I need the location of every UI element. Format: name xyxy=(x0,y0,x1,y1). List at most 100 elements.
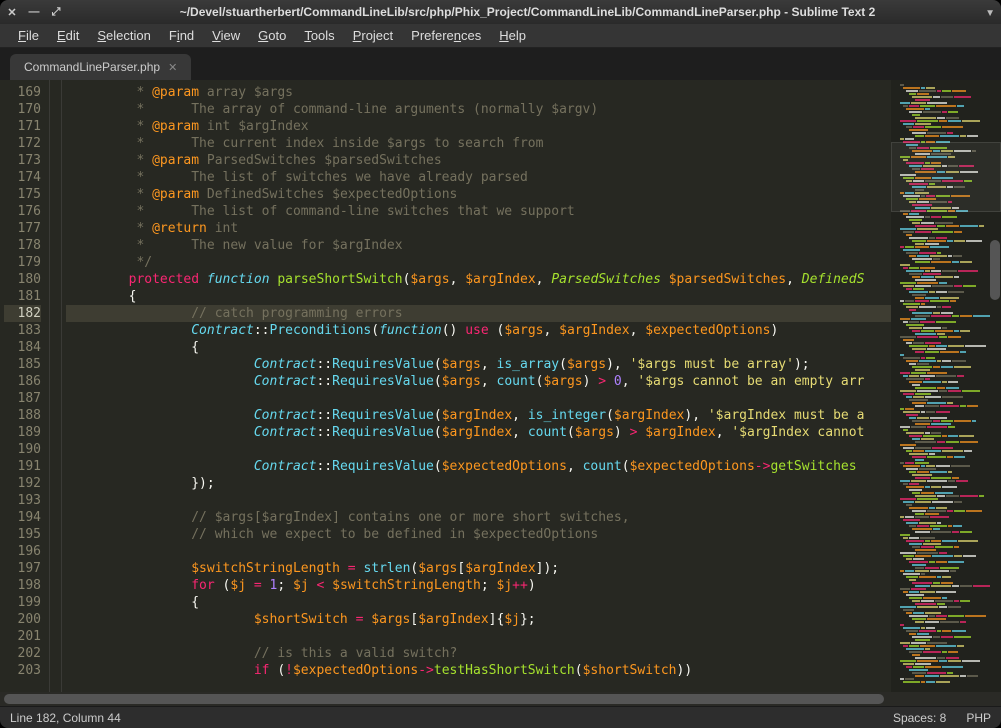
code-line[interactable]: * @return int xyxy=(66,220,891,237)
maximize-icon[interactable]: ⤢ xyxy=(50,6,62,18)
line-number[interactable]: 192 xyxy=(4,475,41,492)
line-number[interactable]: 195 xyxy=(4,526,41,543)
line-number[interactable]: 180 xyxy=(4,271,41,288)
line-number[interactable]: 194 xyxy=(4,509,41,526)
minimap[interactable] xyxy=(891,80,1001,692)
menu-project[interactable]: Project xyxy=(345,26,401,45)
line-number[interactable]: 191 xyxy=(4,458,41,475)
code-line[interactable]: for ($j = 1; $j < $switchStringLength; $… xyxy=(66,577,891,594)
code-line[interactable]: $shortSwitch = $args[$argIndex]{$j}; xyxy=(66,611,891,628)
line-number[interactable]: 181 xyxy=(4,288,41,305)
menu-goto[interactable]: Goto xyxy=(250,26,294,45)
line-number[interactable]: 198 xyxy=(4,577,41,594)
line-number[interactable]: 177 xyxy=(4,220,41,237)
code-line[interactable]: Contract::RequiresValue($argIndex, is_in… xyxy=(66,407,891,424)
line-number[interactable]: 178 xyxy=(4,237,41,254)
code-line[interactable]: * The list of switches we have already p… xyxy=(66,169,891,186)
minimap-viewport[interactable] xyxy=(891,142,1001,212)
close-icon[interactable]: ✕ xyxy=(6,6,18,18)
line-number[interactable]: 186 xyxy=(4,373,41,390)
line-number[interactable]: 174 xyxy=(4,169,41,186)
code-line[interactable]: */ xyxy=(66,254,891,271)
code-line[interactable] xyxy=(66,492,891,509)
line-number[interactable]: 169 xyxy=(4,84,41,101)
line-number[interactable]: 188 xyxy=(4,407,41,424)
line-number[interactable]: 175 xyxy=(4,186,41,203)
line-number[interactable]: 202 xyxy=(4,645,41,662)
code-line[interactable]: { xyxy=(66,288,891,305)
code-line[interactable]: * @param ParsedSwitches $parsedSwitches xyxy=(66,152,891,169)
line-number[interactable]: 196 xyxy=(4,543,41,560)
code-line[interactable]: // $args[$argIndex] contains one or more… xyxy=(66,509,891,526)
code-line[interactable]: { xyxy=(66,339,891,356)
code-line[interactable]: * The list of command-line switches that… xyxy=(66,203,891,220)
code-line[interactable]: * The current index inside $args to sear… xyxy=(66,135,891,152)
menu-preferences[interactable]: Preferences xyxy=(403,26,489,45)
line-number[interactable]: 173 xyxy=(4,152,41,169)
menu-down-icon[interactable]: ▼ xyxy=(985,8,995,19)
status-spaces[interactable]: Spaces: 8 xyxy=(893,711,946,725)
menu-selection[interactable]: Selection xyxy=(89,26,158,45)
status-position[interactable]: Line 182, Column 44 xyxy=(10,711,121,725)
code-line[interactable] xyxy=(66,390,891,407)
line-number[interactable]: 200 xyxy=(4,611,41,628)
line-number[interactable]: 201 xyxy=(4,628,41,645)
menu-help[interactable]: Help xyxy=(491,26,534,45)
titlebar[interactable]: ✕ — ⤢ ~/Devel/stuartherbert/CommandLineL… xyxy=(0,0,1001,24)
statusbar: Line 182, Column 44 Spaces: 8 PHP xyxy=(0,706,1001,728)
tab-commandlineparser[interactable]: CommandLineParser.php ✕ xyxy=(10,54,191,80)
code-line[interactable]: * @param int $argIndex xyxy=(66,118,891,135)
line-number[interactable]: 182 xyxy=(4,305,41,322)
minimize-icon[interactable]: — xyxy=(28,6,40,18)
line-number[interactable]: 171 xyxy=(4,118,41,135)
line-number[interactable]: 187 xyxy=(4,390,41,407)
line-number-gutter[interactable]: 1691701711721731741751761771781791801811… xyxy=(0,80,50,692)
code-line[interactable] xyxy=(66,628,891,645)
code-line[interactable]: protected function parseShortSwitch($arg… xyxy=(66,271,891,288)
minimap-scrollbar[interactable] xyxy=(990,240,1000,300)
code-line[interactable]: * @param array $args xyxy=(66,84,891,101)
line-number[interactable]: 183 xyxy=(4,322,41,339)
line-number[interactable]: 170 xyxy=(4,101,41,118)
close-icon[interactable]: ✕ xyxy=(168,61,177,74)
line-number[interactable]: 199 xyxy=(4,594,41,611)
line-number[interactable]: 176 xyxy=(4,203,41,220)
fold-margin[interactable] xyxy=(50,80,62,692)
code-line[interactable]: // is this a valid switch? xyxy=(66,645,891,662)
line-number[interactable]: 189 xyxy=(4,424,41,441)
line-number[interactable]: 203 xyxy=(4,662,41,679)
menu-view[interactable]: View xyxy=(204,26,248,45)
code-line[interactable] xyxy=(66,441,891,458)
code-line[interactable]: * The array of command-line arguments (n… xyxy=(66,101,891,118)
line-number[interactable]: 179 xyxy=(4,254,41,271)
code-line[interactable]: * The new value for $argIndex xyxy=(66,237,891,254)
code-line[interactable]: $switchStringLength = strlen($args[$argI… xyxy=(66,560,891,577)
menubar: FileEditSelectionFindViewGotoToolsProjec… xyxy=(0,24,1001,48)
line-number[interactable]: 197 xyxy=(4,560,41,577)
code-line[interactable]: { xyxy=(66,594,891,611)
menu-find[interactable]: Find xyxy=(161,26,202,45)
code-line[interactable]: // which we expect to be defined in $exp… xyxy=(66,526,891,543)
line-number[interactable]: 172 xyxy=(4,135,41,152)
code-line[interactable] xyxy=(66,543,891,560)
menu-file[interactable]: File xyxy=(10,26,47,45)
line-number[interactable]: 190 xyxy=(4,441,41,458)
code-editor[interactable]: * @param array $args * The array of comm… xyxy=(62,80,891,692)
code-line[interactable]: if (!$expectedOptions->testHasShortSwitc… xyxy=(66,662,891,679)
line-number[interactable]: 193 xyxy=(4,492,41,509)
menu-tools[interactable]: Tools xyxy=(296,26,342,45)
line-number[interactable]: 184 xyxy=(4,339,41,356)
horizontal-scrollbar[interactable] xyxy=(0,692,1001,706)
line-number[interactable]: 185 xyxy=(4,356,41,373)
status-language[interactable]: PHP xyxy=(966,711,991,725)
code-line[interactable]: Contract::RequiresValue($args, count($ar… xyxy=(66,373,891,390)
menu-edit[interactable]: Edit xyxy=(49,26,87,45)
code-line[interactable]: Contract::Preconditions(function() use (… xyxy=(66,322,891,339)
code-line[interactable]: Contract::RequiresValue($args, is_array(… xyxy=(66,356,891,373)
code-line[interactable]: * @param DefinedSwitches $expectedOption… xyxy=(66,186,891,203)
code-line[interactable]: Contract::RequiresValue($expectedOptions… xyxy=(66,458,891,475)
code-line[interactable]: Contract::RequiresValue($argIndex, count… xyxy=(66,424,891,441)
code-line[interactable]: // catch programming errors xyxy=(66,305,891,322)
code-line[interactable]: }); xyxy=(66,475,891,492)
hscroll-thumb[interactable] xyxy=(4,694,884,704)
